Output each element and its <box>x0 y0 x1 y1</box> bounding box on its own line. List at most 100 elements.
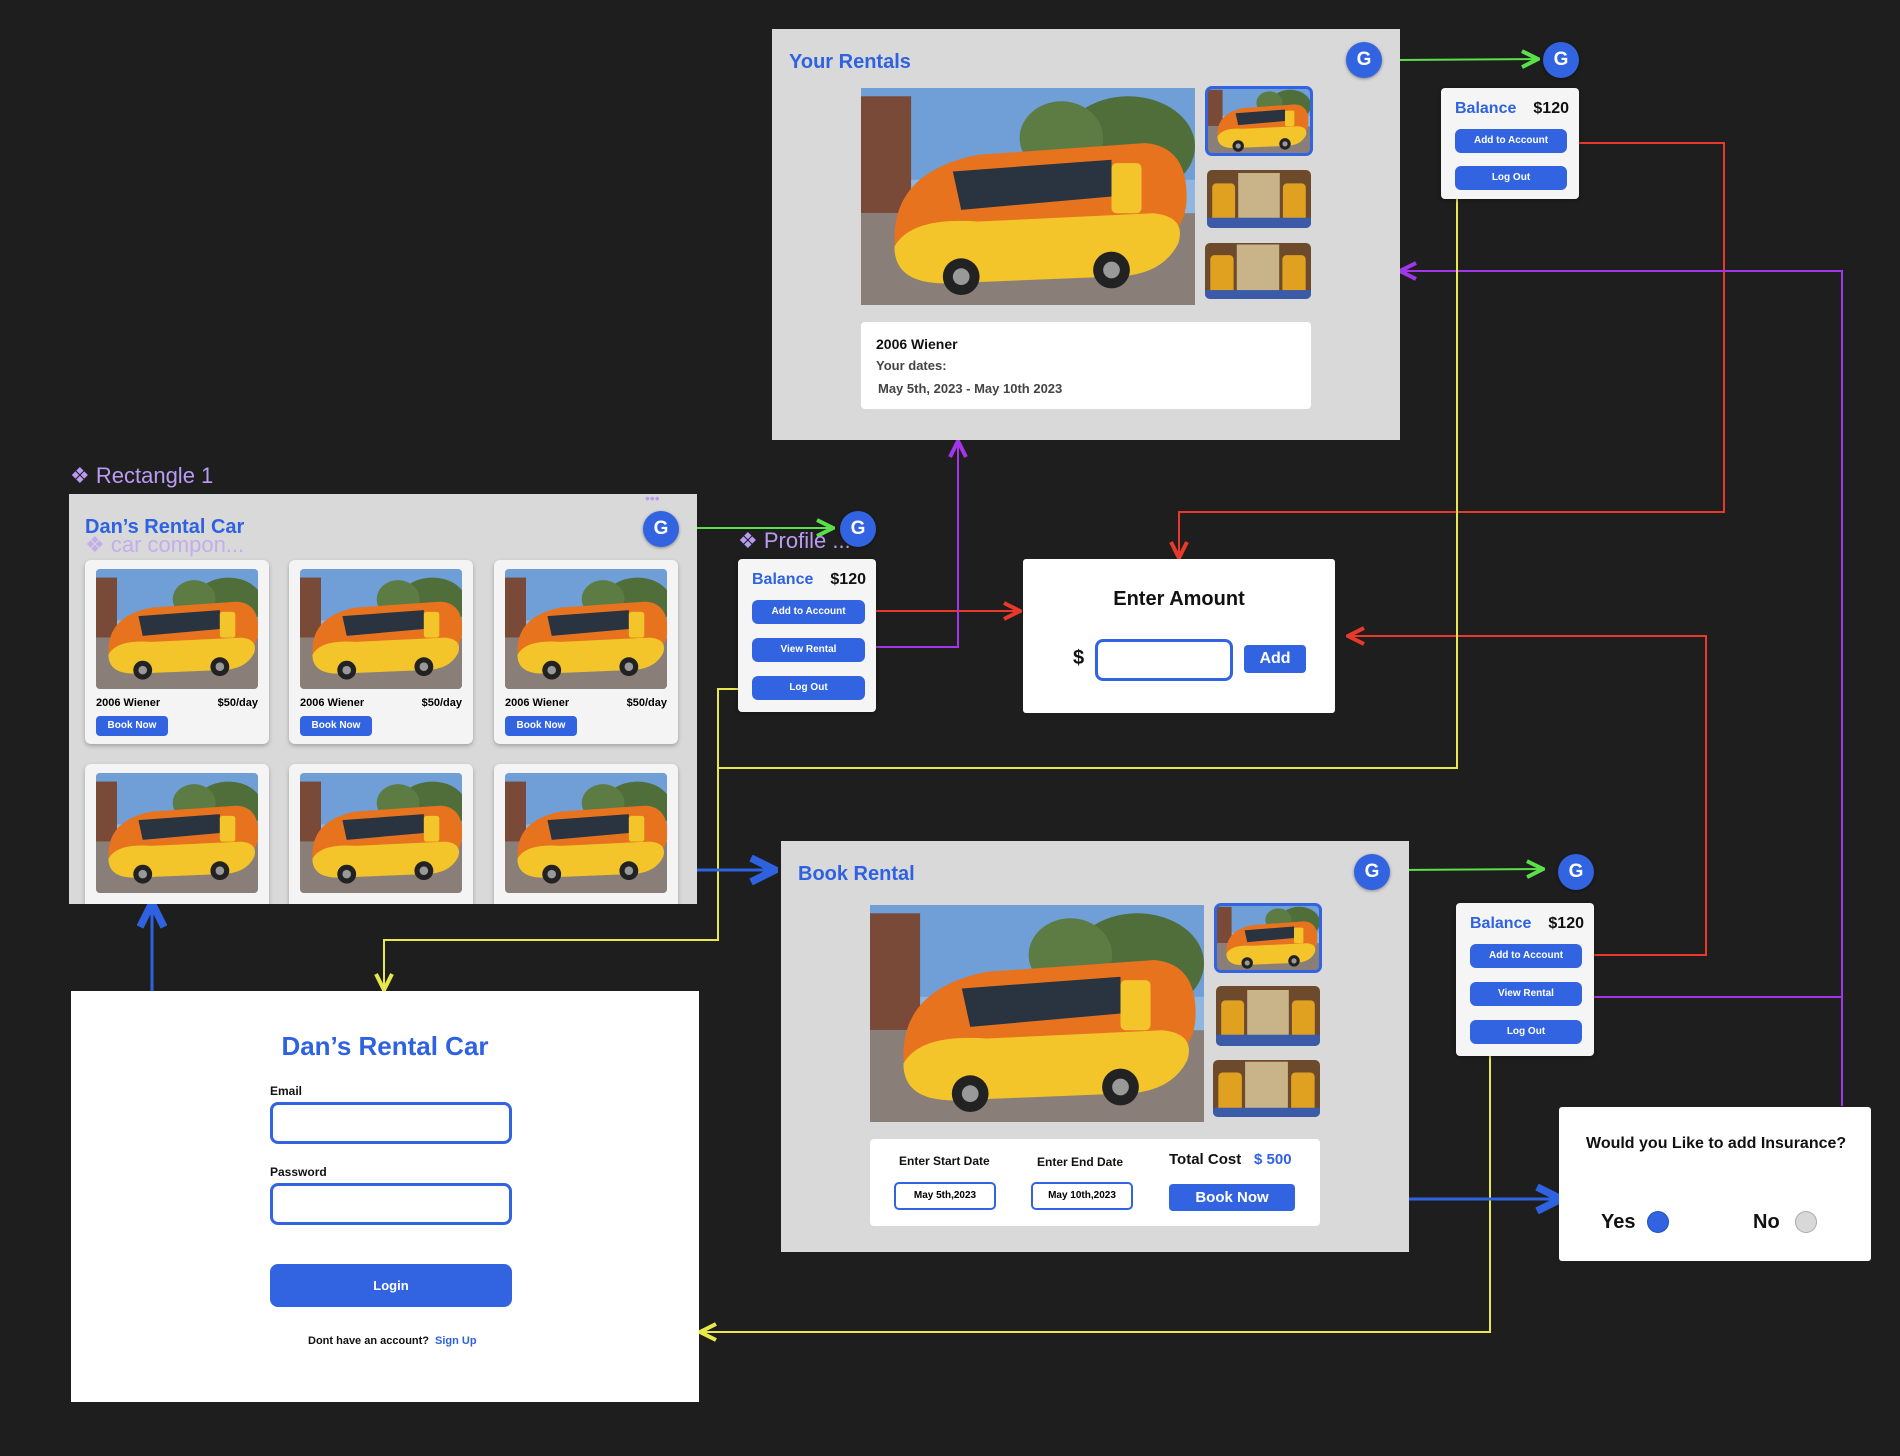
thumbnail-1[interactable] <box>1205 86 1313 156</box>
profile-component-label: ❖ Profile ... <box>738 528 851 554</box>
profile-avatar[interactable]: G <box>840 511 876 547</box>
add-to-account-button[interactable]: Add to Account <box>1470 944 1582 968</box>
no-account-text: Dont have an account? <box>308 1335 430 1347</box>
balance-label: Balance <box>1455 100 1517 117</box>
component-icon: ❖ <box>738 528 758 553</box>
no-label: No <box>1753 1211 1780 1233</box>
log-out-button[interactable]: Log Out <box>1470 1020 1582 1044</box>
home-frame: Dan’s Rental Car ❖ car compon... ••• G 2… <box>69 494 697 904</box>
component-label: ❖ Rectangle 1 <box>70 463 213 489</box>
car-name: 2006 Wiener <box>505 697 570 709</box>
book-rental-frame: Book Rental G Enter Start Date Enter End… <box>781 841 1409 1252</box>
add-to-account-button[interactable]: Add to Account <box>1455 129 1567 153</box>
thumbnail-1[interactable] <box>1214 903 1322 973</box>
email-label: Email <box>270 1084 303 1098</box>
book-now-button[interactable]: Book Now <box>505 716 577 736</box>
thumbnail-2[interactable] <box>1207 170 1311 228</box>
currency-symbol: $ <box>1073 647 1085 669</box>
profile-avatar[interactable]: G <box>1354 854 1390 890</box>
profile-avatar[interactable]: G <box>643 511 679 547</box>
book-now-button[interactable]: Book Now <box>300 716 372 736</box>
profile-avatar[interactable]: G <box>1346 42 1382 78</box>
car-price: $50/day <box>421 697 462 709</box>
car-card: 2006 Wiener $50/day Book Now <box>289 560 473 744</box>
rental-dates-value: May 5th, 2023 - May 10th 2023 <box>878 381 1063 396</box>
start-date-label: Enter Start Date <box>899 1154 990 1168</box>
thumbnail-3[interactable] <box>1213 1060 1320 1117</box>
more-options-icon[interactable]: ••• <box>645 494 660 506</box>
amount-input[interactable] <box>1095 639 1233 681</box>
rental-car-name: 2006 Wiener <box>876 336 958 352</box>
no-radio[interactable] <box>1796 1212 1816 1232</box>
car-image <box>300 569 462 689</box>
car-card: 2006 Wiener $50/day Book Now <box>494 560 678 744</box>
total-cost-value: $ 500 <box>1254 1151 1292 1168</box>
profile-avatar[interactable]: G <box>1558 854 1594 890</box>
add-to-account-button[interactable]: Add to Account <box>752 600 865 624</box>
login-frame: Dan’s Rental Car Email Password Login Do… <box>71 991 699 1402</box>
balance-label: Balance <box>752 571 814 588</box>
component-name: Rectangle 1 <box>95 463 214 488</box>
profile-dropdown-panel: Balance $120 Add to Account View Rental … <box>738 559 876 712</box>
insurance-dialog: Would you Like to add Insurance? Yes No <box>1559 1107 1871 1261</box>
sign-up-link[interactable]: Sign Up <box>435 1335 477 1347</box>
main-car-image <box>861 88 1195 305</box>
component-icon: ❖ <box>85 532 105 557</box>
balance-amount: $120 <box>830 571 866 588</box>
balance-amount: $120 <box>1533 100 1569 117</box>
thumbnail-3[interactable] <box>1205 243 1311 299</box>
car-card <box>289 764 473 904</box>
total-cost-label: Total Cost <box>1169 1151 1242 1168</box>
balance-label: Balance <box>1470 915 1532 932</box>
car-card <box>85 764 269 904</box>
car-name: 2006 Wiener <box>96 697 161 709</box>
profile-dropdown-panel: Balance $120 Add to Account View Rental … <box>1456 903 1594 1056</box>
log-out-button[interactable]: Log Out <box>752 676 865 700</box>
car-image <box>505 773 667 893</box>
enter-amount-title: Enter Amount <box>1113 588 1245 610</box>
insurance-question: Would you Like to add Insurance? <box>1586 1135 1847 1152</box>
view-rental-button[interactable]: View Rental <box>752 638 865 662</box>
yes-radio[interactable] <box>1648 1212 1668 1232</box>
car-image <box>300 773 462 893</box>
car-card <box>494 764 678 904</box>
flow-arrow-green <box>1391 59 1538 60</box>
car-name: 2006 Wiener <box>300 697 365 709</box>
email-field[interactable] <box>270 1102 512 1144</box>
enter-amount-dialog: Enter Amount $ Add <box>1023 559 1335 713</box>
start-date-input[interactable]: May 5th,2023 <box>894 1182 996 1210</box>
profile-dropdown-panel: Balance $120 Add to Account Log Out <box>1441 88 1579 199</box>
car-card: 2006 Wiener $50/day Book Now <box>85 560 269 744</box>
your-rentals-title: Your Rentals <box>789 51 911 73</box>
car-component-label: ❖ car compon... <box>85 532 244 558</box>
password-field[interactable] <box>270 1183 512 1225</box>
car-component-name: car compon... <box>110 532 245 557</box>
flow-arrow-purple <box>865 441 958 648</box>
your-rentals-frame: Your Rentals G 2006 Wiener Your dates: M… <box>772 29 1400 440</box>
add-amount-button[interactable]: Add <box>1244 645 1306 673</box>
login-title: Dan’s Rental Car <box>281 1031 489 1061</box>
profile-component-name: Profile ... <box>763 528 851 553</box>
component-icon: ❖ <box>70 463 90 488</box>
balance-amount: $120 <box>1548 915 1584 932</box>
car-price: $50/day <box>626 697 667 709</box>
end-date-label: Enter End Date <box>1037 1155 1124 1169</box>
car-price: $50/day <box>217 697 258 709</box>
car-image <box>505 569 667 689</box>
view-rental-button[interactable]: View Rental <box>1470 982 1582 1006</box>
rental-details-box: 2006 Wiener Your dates: May 5th, 2023 - … <box>861 322 1311 409</box>
book-rental-title: Book Rental <box>798 863 915 885</box>
booking-details-box: Enter Start Date Enter End Date May 5th,… <box>870 1139 1320 1226</box>
car-image <box>96 569 258 689</box>
password-label: Password <box>270 1165 327 1179</box>
yes-label: Yes <box>1601 1211 1636 1233</box>
profile-avatar[interactable]: G <box>1543 42 1579 78</box>
end-date-input[interactable]: May 10th,2023 <box>1031 1182 1133 1210</box>
book-now-button[interactable]: Book Now <box>1169 1184 1295 1211</box>
log-out-button[interactable]: Log Out <box>1455 166 1567 190</box>
flow-arrow-green <box>1396 869 1543 870</box>
car-image <box>96 773 258 893</box>
thumbnail-2[interactable] <box>1216 986 1320 1046</box>
login-button[interactable]: Login <box>270 1264 512 1307</box>
book-now-button[interactable]: Book Now <box>96 716 168 736</box>
